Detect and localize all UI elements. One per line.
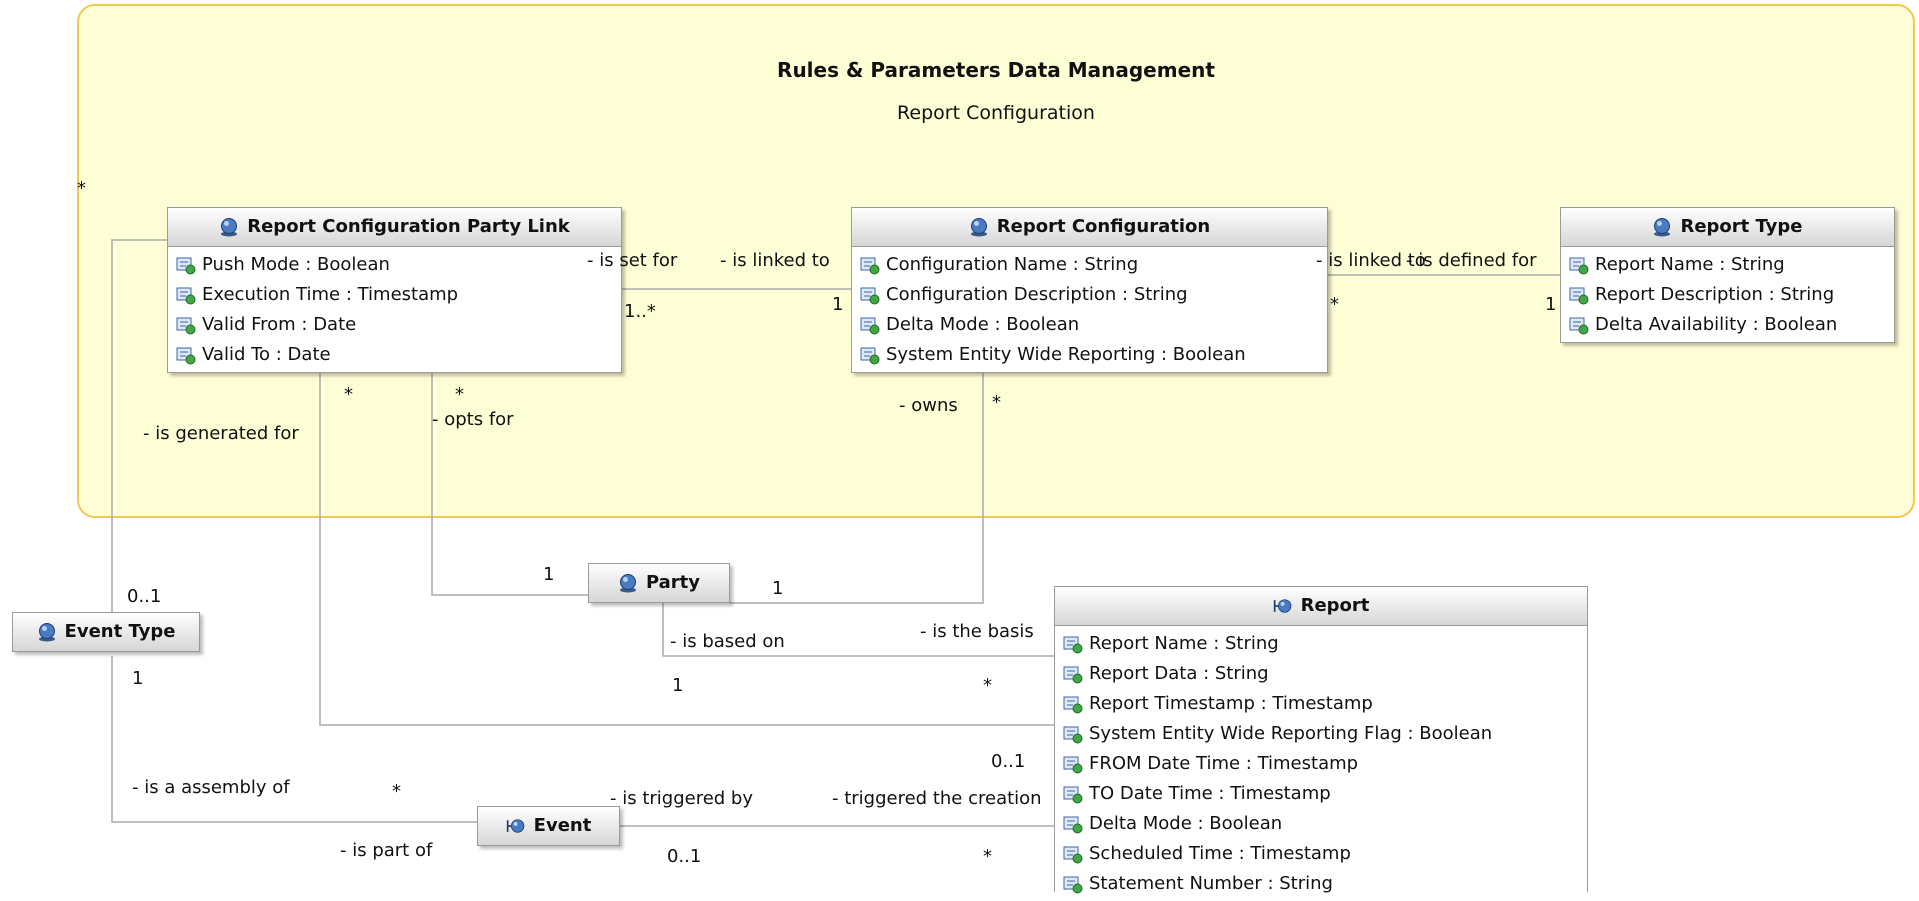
role-label: - triggered the creation bbox=[832, 788, 1042, 809]
attribute-row: Configuration Name : String bbox=[860, 250, 1323, 280]
role-label: - is linked to bbox=[720, 250, 830, 271]
multiplicity-label: 0..1 bbox=[667, 846, 702, 867]
boundary-icon bbox=[506, 819, 525, 833]
attribute-icon bbox=[1063, 786, 1083, 804]
class-report-type[interactable]: Report Type Report Name : String Report … bbox=[1560, 207, 1895, 343]
class-name: Report bbox=[1300, 595, 1370, 616]
attribute-row: Push Mode : Boolean bbox=[176, 250, 617, 280]
multiplicity-label: 1 bbox=[672, 675, 684, 696]
class-name: Report Type bbox=[1680, 216, 1803, 237]
role-label: - is part of bbox=[340, 840, 433, 861]
connector-lines bbox=[111, 239, 1560, 827]
attribute-icon bbox=[860, 347, 880, 365]
class-party[interactable]: Party bbox=[588, 563, 730, 603]
attribute-row: Report Description : String bbox=[1569, 280, 1890, 310]
multiplicity-label: 0..1 bbox=[127, 586, 162, 607]
multiplicity-label: 1 bbox=[132, 668, 144, 689]
multiplicity-label: 1 bbox=[772, 578, 784, 599]
attribute-icon bbox=[176, 257, 196, 275]
attribute-row: Report Data : String bbox=[1063, 659, 1583, 689]
entity-sphere-icon bbox=[970, 218, 987, 237]
entity-sphere-icon bbox=[38, 623, 55, 642]
multiplicity-label: 1..* bbox=[624, 301, 656, 322]
attribute-icon bbox=[1063, 846, 1083, 864]
attribute-row: Report Timestamp : Timestamp bbox=[1063, 689, 1583, 719]
attribute-list: Push Mode : Boolean Execution Time : Tim… bbox=[168, 247, 621, 372]
boundary-icon bbox=[1273, 599, 1291, 613]
multiplicity-label: * bbox=[392, 781, 401, 802]
multiplicity-label: 1 bbox=[543, 564, 555, 585]
class-report-configuration[interactable]: Report Configuration Configuration Name … bbox=[851, 207, 1328, 373]
multiplicity-label: * bbox=[344, 384, 353, 405]
attribute-icon bbox=[1063, 726, 1083, 744]
attribute-icon bbox=[1063, 636, 1083, 654]
attribute-icon bbox=[1063, 876, 1083, 894]
attribute-icon bbox=[1569, 287, 1589, 305]
attribute-icon bbox=[176, 287, 196, 305]
attribute-icon bbox=[1063, 696, 1083, 714]
class-report[interactable]: Report Report Name : String Report Data … bbox=[1054, 586, 1588, 894]
attribute-row: Valid To : Date bbox=[176, 340, 617, 370]
multiplicity-label: * bbox=[983, 675, 992, 696]
role-label: - owns bbox=[899, 395, 958, 416]
multiplicity-label: 0..1 bbox=[991, 751, 1026, 772]
attribute-row: Execution Time : Timestamp bbox=[176, 280, 617, 310]
role-label: - is generated for bbox=[143, 423, 299, 444]
attribute-row: Delta Mode : Boolean bbox=[1063, 809, 1583, 839]
attribute-icon bbox=[860, 317, 880, 335]
attribute-row: Valid From : Date bbox=[176, 310, 617, 340]
attribute-row: FROM Date Time : Timestamp bbox=[1063, 749, 1583, 779]
role-label: - is a assembly of bbox=[132, 777, 290, 798]
attribute-icon bbox=[1063, 756, 1083, 774]
entity-sphere-icon bbox=[221, 218, 238, 237]
attribute-row: TO Date Time : Timestamp bbox=[1063, 779, 1583, 809]
attribute-row: Delta Availability : Boolean bbox=[1569, 310, 1890, 340]
attribute-icon bbox=[860, 287, 880, 305]
attribute-icon bbox=[176, 317, 196, 335]
attribute-row: Report Name : String bbox=[1569, 250, 1890, 280]
multiplicity-label: 1 bbox=[832, 294, 844, 315]
attribute-row: System Entity Wide Reporting : Boolean bbox=[860, 340, 1323, 370]
multiplicity-label: * bbox=[455, 384, 464, 405]
class-report-configuration-party-link[interactable]: Report Configuration Party Link Push Mod… bbox=[167, 207, 622, 373]
attribute-row: Statement Number : String bbox=[1063, 869, 1583, 899]
role-label: - is the basis bbox=[920, 621, 1034, 642]
role-label: - is triggered by bbox=[610, 788, 754, 809]
entity-sphere-icon bbox=[619, 574, 636, 593]
multiplicity-label: * bbox=[992, 392, 1001, 413]
entity-sphere-icon bbox=[1654, 218, 1671, 237]
attribute-list: Report Name : String Report Description … bbox=[1561, 247, 1894, 342]
attribute-row: Delta Mode : Boolean bbox=[860, 310, 1323, 340]
multiplicity-label: 1 bbox=[1545, 294, 1557, 315]
class-name: Report Configuration bbox=[996, 216, 1211, 237]
multiplicity-label: * bbox=[983, 846, 992, 867]
attribute-list: Configuration Name : String Configuratio… bbox=[852, 247, 1327, 372]
class-name: Event bbox=[533, 815, 592, 836]
attribute-icon bbox=[176, 347, 196, 365]
attribute-row: Scheduled Time : Timestamp bbox=[1063, 839, 1583, 869]
attribute-icon bbox=[1569, 317, 1589, 335]
role-label: - is defined for bbox=[1406, 250, 1537, 271]
class-event-type[interactable]: Event Type bbox=[12, 612, 200, 652]
class-name: Party bbox=[645, 572, 701, 593]
class-name: Report Configuration Party Link bbox=[247, 216, 570, 237]
attribute-icon bbox=[1569, 257, 1589, 275]
attribute-icon bbox=[1063, 816, 1083, 834]
role-label: - opts for bbox=[432, 409, 514, 430]
role-label: - is set for bbox=[587, 250, 678, 271]
attribute-list: Report Name : String Report Data : Strin… bbox=[1055, 626, 1587, 901]
assoc-rcpl-report bbox=[319, 369, 1054, 726]
attribute-row: Configuration Description : String bbox=[860, 280, 1323, 310]
class-event[interactable]: Event bbox=[477, 806, 620, 846]
class-name: Event Type bbox=[64, 621, 176, 642]
role-label: - is based on bbox=[670, 631, 785, 652]
attribute-icon bbox=[1063, 666, 1083, 684]
attribute-row: Report Name : String bbox=[1063, 629, 1583, 659]
multiplicity-label: * bbox=[1330, 294, 1339, 315]
attribute-icon bbox=[860, 257, 880, 275]
attribute-row: System Entity Wide Reporting Flag : Bool… bbox=[1063, 719, 1583, 749]
multiplicity-label: * bbox=[77, 178, 86, 199]
